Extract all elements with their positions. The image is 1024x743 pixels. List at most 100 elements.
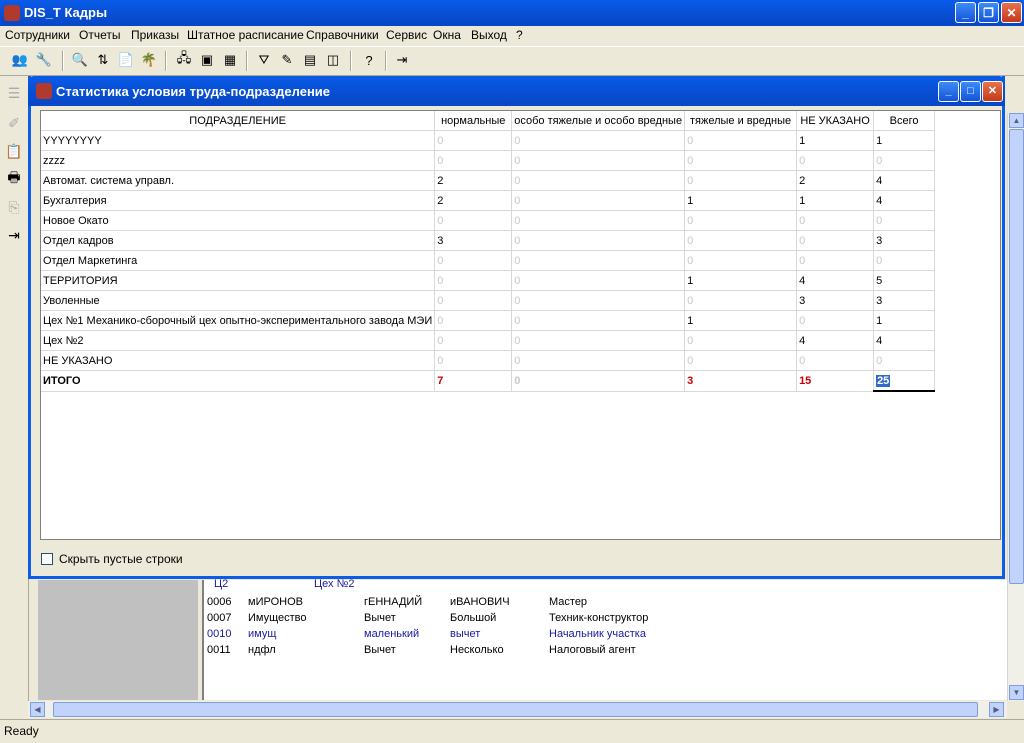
print-icon[interactable]: 🖶 [5,169,23,188]
table-row[interactable]: ТЕРРИТОРИЯ 0 0 1 4 5 [41,270,936,291]
count-cell[interactable]: 0 [434,150,513,171]
door-exit-icon[interactable]: ⇥ [5,226,23,244]
table-row[interactable]: YYYYYYYY 0 0 0 1 1 [41,130,936,151]
count-cell[interactable]: 0 [434,210,513,231]
horizontal-scrollbar[interactable]: ◀ ▶ [28,701,1007,718]
tree-icon[interactable]: ☰ [5,84,23,102]
column-header-extra-hard[interactable]: особо тяжелые и особо вредные [511,111,686,131]
count-cell[interactable]: 4 [873,330,936,351]
table-row[interactable]: Автомат. система управл. 2 0 0 2 4 [41,170,936,191]
menu-help[interactable]: ? [516,28,523,42]
count-cell[interactable]: 0 [684,230,798,251]
count-cell[interactable]: 0 [511,310,686,331]
table-row[interactable]: Отдел кадров 3 0 0 0 3 [41,230,936,251]
column-header-department[interactable]: ПОДРАЗДЕЛЕНИЕ [41,111,436,131]
count-cell[interactable]: 0 [684,330,798,351]
count-cell[interactable]: 0 [796,310,875,331]
menu-references[interactable]: Справочники [306,28,379,42]
column-header-normal[interactable]: нормальные [434,111,513,131]
count-cell[interactable]: 0 [873,150,936,171]
scroll-down-icon[interactable]: ▼ [1009,685,1024,700]
count-cell[interactable]: 0 [873,210,936,231]
total-count-cell[interactable]: 25 [873,370,936,392]
count-cell[interactable]: 0 [796,230,875,251]
department-cell[interactable]: ТЕРРИТОРИЯ [41,270,436,291]
count-cell[interactable]: 1 [684,310,798,331]
help-icon[interactable]: ? [360,51,378,69]
count-cell[interactable]: 0 [684,130,798,151]
dialog-minimize-button[interactable]: _ [938,81,959,102]
menu-staff-schedule[interactable]: Штатное расписание [187,28,304,42]
dialog-close-button[interactable]: ✕ [982,81,1003,102]
dialog-app-icon[interactable] [36,83,52,99]
table-row[interactable]: НЕ УКАЗАНО 0 0 0 0 0 [41,350,936,371]
table-row[interactable]: Бухгалтерия 2 0 1 1 4 [41,190,936,211]
dialog-maximize-button[interactable]: □ [960,81,981,102]
app-titlebar[interactable]: DIS_T Кадры _ ❐ ✕ [0,0,1024,26]
table-row[interactable]: Цех №2 0 0 0 4 4 [41,330,936,351]
count-cell[interactable]: 0 [684,250,798,271]
statistics-grid[interactable]: ПОДРАЗДЕЛЕНИЕ нормальные особо тяжелые и… [40,110,1001,540]
sort-icon[interactable]: ⇅ [94,51,112,69]
minimize-button[interactable]: _ [955,2,976,23]
count-cell[interactable]: 0 [511,130,686,151]
network-icon[interactable]: 🖧 [175,50,193,69]
count-cell[interactable]: 1 [796,130,875,151]
count-cell[interactable]: 1 [873,130,936,151]
app-icon[interactable] [4,5,20,21]
count-cell[interactable]: 0 [511,210,686,231]
department-cell[interactable]: YYYYYYYY [41,130,436,151]
count-cell[interactable]: 4 [873,170,936,191]
count-cell[interactable]: 1 [684,270,798,291]
count-cell[interactable]: 3 [873,230,936,251]
count-cell[interactable]: 0 [511,270,686,291]
count-cell[interactable]: 0 [684,210,798,231]
count-cell[interactable]: 0 [511,330,686,351]
card-icon[interactable]: ▣ [198,51,216,69]
count-cell[interactable]: 0 [434,270,513,291]
menu-service[interactable]: Сервис [386,28,427,42]
total-label-cell[interactable]: ИТОГО [41,370,436,392]
scroll-thumb[interactable] [1009,129,1024,584]
vertical-scrollbar[interactable]: ▲ ▼ [1007,113,1024,701]
count-cell[interactable]: 0 [434,130,513,151]
count-cell[interactable]: 4 [873,190,936,211]
table-icon[interactable]: ▦ [221,51,239,69]
copy-icon[interactable]: ⎘ [5,198,23,216]
table-row[interactable]: Новое Окато 0 0 0 0 0 [41,210,936,231]
count-cell[interactable]: 5 [873,270,936,291]
table-row[interactable]: Цех №1 Механико-сборочный цех опытно-экс… [41,310,936,331]
count-cell[interactable]: 4 [796,270,875,291]
count-cell[interactable]: 0 [796,250,875,271]
total-count-cell[interactable]: 7 [434,370,513,392]
department-cell[interactable]: Отдел Маркетинга [41,250,436,271]
count-cell[interactable]: 2 [434,170,513,191]
tools-icon[interactable]: 🔧 [35,51,53,69]
eraser-icon[interactable]: ✐ [5,114,23,132]
count-cell[interactable]: 1 [873,310,936,331]
calculator-icon[interactable]: ▤ [301,51,319,69]
department-cell[interactable]: zzzz [41,150,436,171]
total-count-cell[interactable]: 0 [511,370,686,392]
document-icon[interactable]: 📄 [117,51,135,69]
palm-icon[interactable]: 🌴 [140,51,158,69]
count-cell[interactable]: 0 [873,350,936,371]
menu-exit[interactable]: Выход [471,28,507,42]
count-cell[interactable]: 0 [511,170,686,191]
count-cell[interactable]: 0 [796,350,875,371]
menu-reports[interactable]: Отчеты [79,28,120,42]
dialog-titlebar[interactable]: Статистика условия труда-подразделение _… [28,76,1005,106]
count-cell[interactable]: 3 [434,230,513,251]
table-row[interactable]: Отдел Маркетинга 0 0 0 0 0 [41,250,936,271]
column-header-total[interactable]: Всего [873,111,936,131]
count-cell[interactable]: 1 [796,190,875,211]
menu-windows[interactable]: Окна [433,28,461,42]
hide-empty-rows-checkbox[interactable] [41,553,53,565]
count-cell[interactable]: 4 [796,330,875,351]
count-cell[interactable]: 2 [796,170,875,191]
restore-button[interactable]: ❐ [978,2,999,23]
report-icon[interactable]: 📋 [5,142,23,160]
total-count-cell[interactable]: 3 [684,370,798,392]
filter-icon[interactable]: ⛛ [255,51,273,69]
frame-icon[interactable]: ◫ [324,51,342,69]
